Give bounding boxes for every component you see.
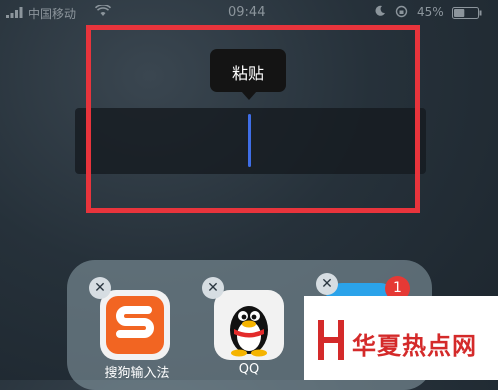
status-bar: 中国移动 09:44 45% [0, 0, 498, 24]
clock-time: 09:44 [228, 5, 266, 20]
rotation-lock-icon [395, 5, 408, 18]
qq-penguin-icon[interactable] [214, 290, 284, 360]
delete-app-button[interactable]: ✕ [316, 273, 338, 295]
delete-app-button[interactable]: ✕ [89, 277, 111, 299]
app-label-qq: QQ [238, 362, 260, 377]
carrier-name: 中国移动 [28, 7, 77, 21]
signal-icon [6, 7, 23, 18]
highlight-annotation [86, 25, 420, 213]
delete-app-button[interactable]: ✕ [202, 277, 224, 299]
sogou-input-icon[interactable] [100, 290, 170, 360]
moon-icon [375, 5, 385, 16]
wifi-icon [95, 5, 111, 16]
watermark-text: 华夏热点网 [352, 331, 477, 360]
watermark-logo-icon [318, 320, 344, 360]
battery-percent: 45% [417, 5, 444, 19]
battery-icon [452, 7, 482, 19]
app-label-sogou: 搜狗输入法 [104, 366, 170, 381]
